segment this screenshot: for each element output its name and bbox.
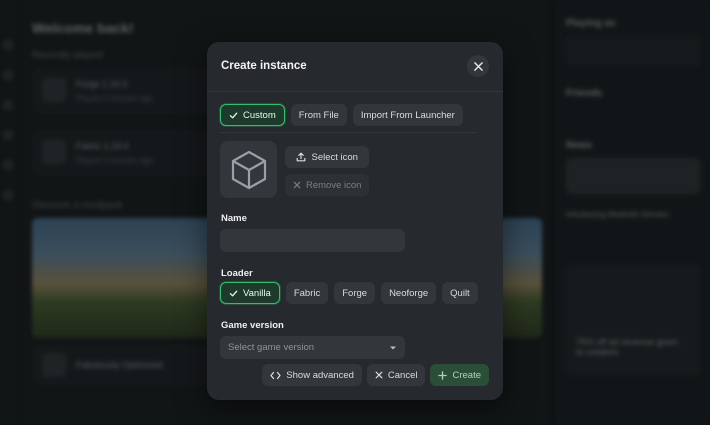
game-version-select[interactable]: Select game version [220,336,405,359]
instance-icon-preview [220,141,277,198]
loader-quilt[interactable]: Quilt [442,282,478,304]
modal-footer: Show advanced Cancel Create [262,364,489,386]
loader-forge[interactable]: Forge [334,282,376,304]
create-instance-modal: Create instance Custom From File Import … [207,42,503,400]
select-icon-button[interactable]: Select icon [285,146,370,168]
cancel-button[interactable]: Cancel [366,364,426,386]
modal-title: Create instance [221,60,307,72]
loader-label: Loader [221,268,253,279]
name-label: Name [221,213,247,224]
loader-vanilla[interactable]: Vanilla [220,282,280,304]
divider [220,132,477,133]
close-button[interactable] [467,55,489,77]
loader-options: Vanilla Fabric Forge Neoforge Quilt [220,282,478,304]
plus-icon [438,370,448,380]
loader-neoforge[interactable]: Neoforge [381,282,437,304]
name-input[interactable] [220,229,405,252]
modal-header: Create instance [207,42,503,92]
cube-icon [231,150,266,189]
source-tabs: Custom From File Import From Launcher [220,104,463,126]
x-icon [293,181,301,189]
check-icon [229,290,238,296]
game-version-label: Game version [221,320,284,331]
check-icon [229,112,238,118]
show-advanced-button[interactable]: Show advanced [262,364,362,386]
upload-icon [297,152,306,162]
code-icon [270,371,281,379]
loader-fabric[interactable]: Fabric [285,282,329,304]
x-icon [375,371,383,379]
create-button[interactable]: Create [430,364,489,386]
caret-down-icon [390,346,396,349]
tab-custom[interactable]: Custom [220,104,285,126]
close-icon [473,61,483,71]
remove-icon-button[interactable]: Remove icon [285,174,370,196]
game-version-placeholder: Select game version [228,342,315,353]
icon-actions: Select icon Remove icon [285,146,370,196]
tab-import-from-launcher[interactable]: Import From Launcher [352,104,463,126]
tab-from-file[interactable]: From File [290,104,347,126]
